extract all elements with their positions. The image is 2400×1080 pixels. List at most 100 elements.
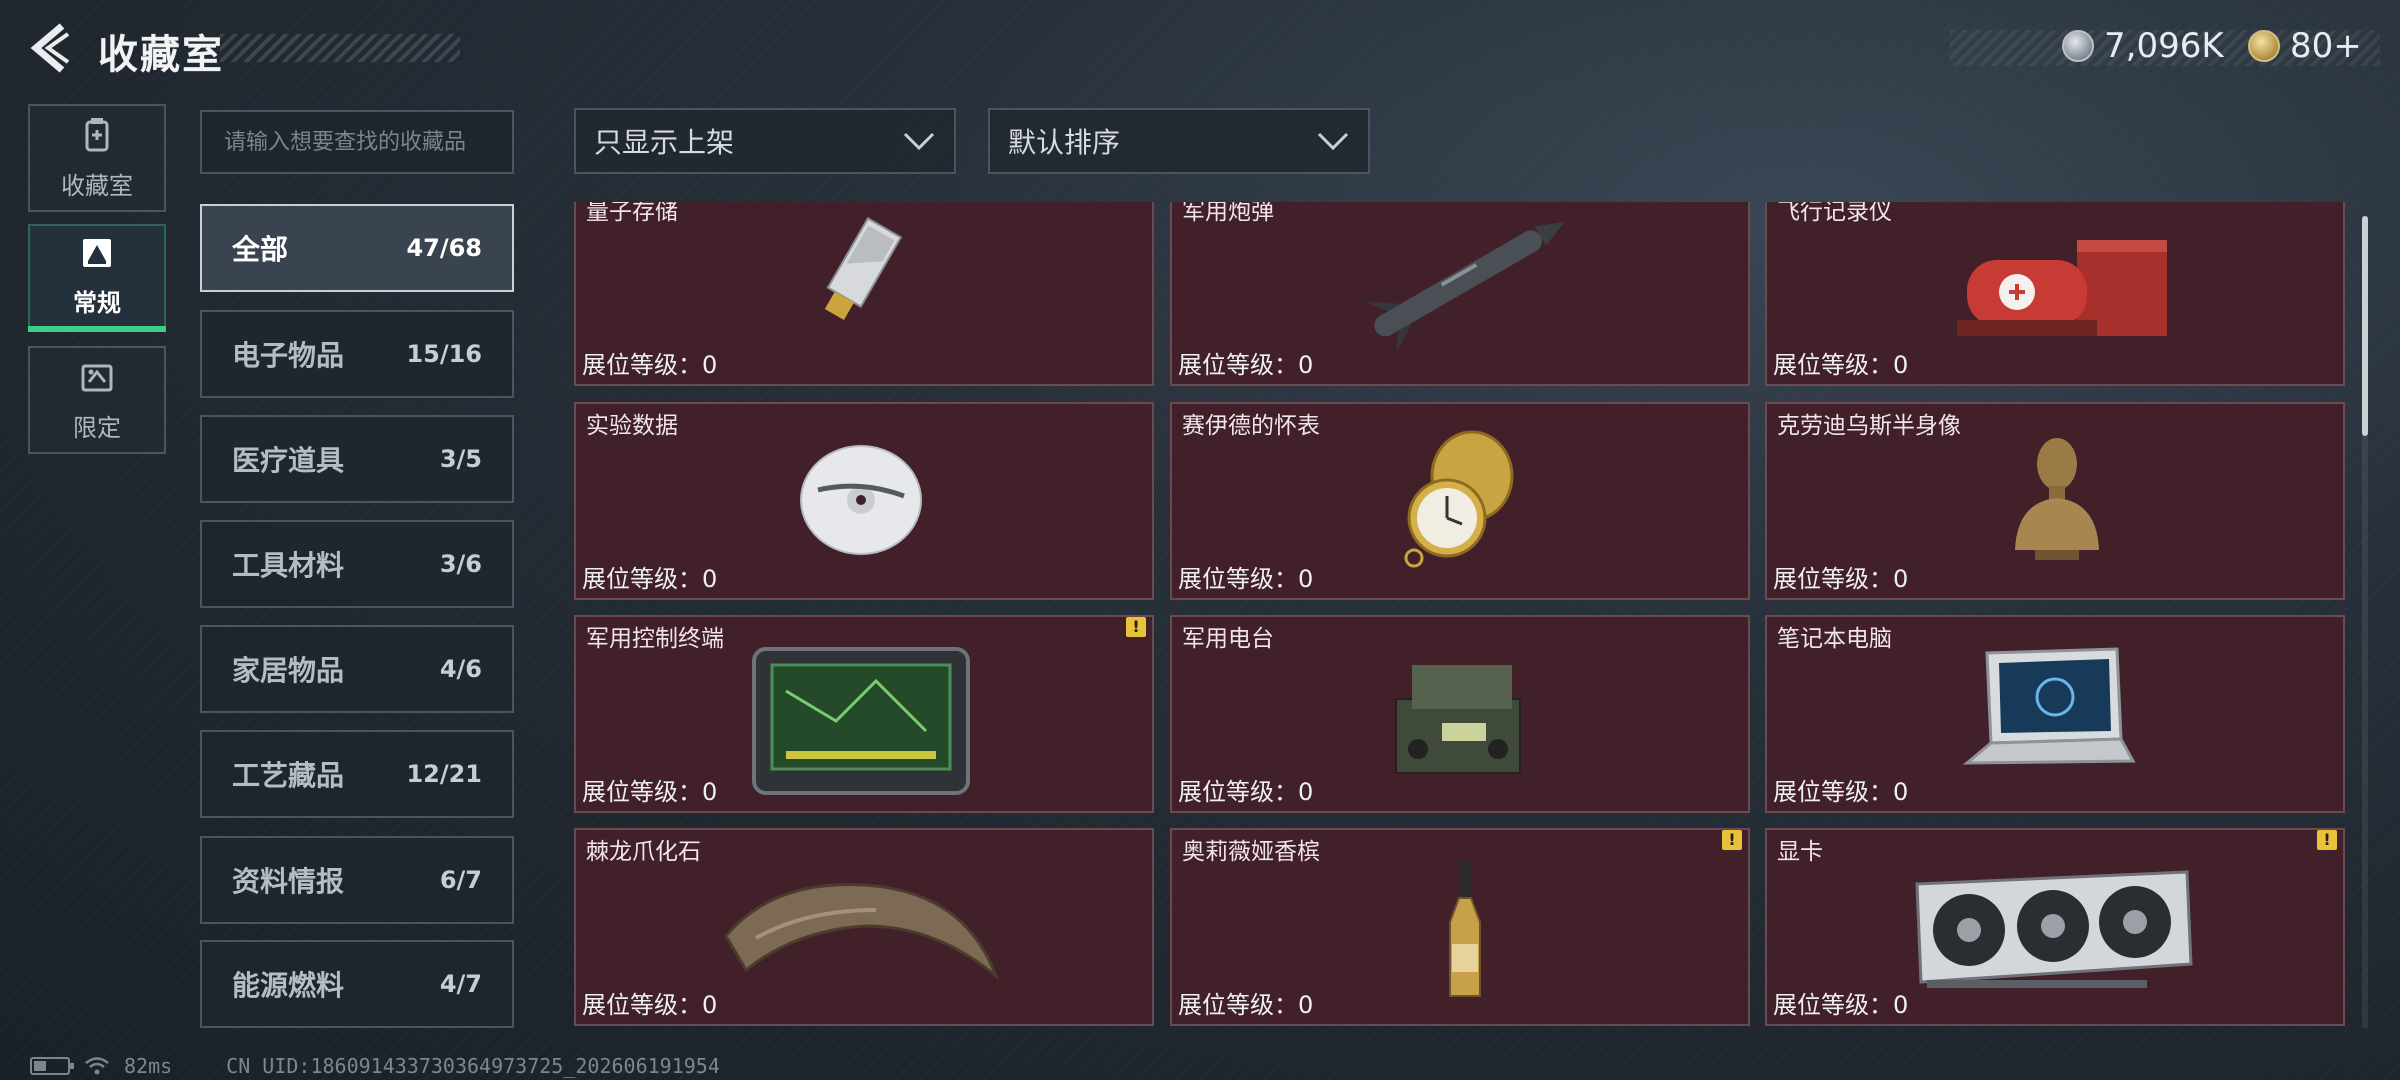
item-level: 展位等级：0 <box>1178 565 1314 593</box>
item-grid: 量子存储 展位等级：0 军用炮弹 展位等级：0 飞行记录仪 展位等级：0 实验数… <box>574 202 2348 1028</box>
wifi-icon <box>85 1057 109 1075</box>
title-decoration <box>220 34 460 62</box>
category-count: 15/16 <box>406 340 482 368</box>
chevron-down-icon <box>903 132 935 151</box>
currency-gold-value: 80+ <box>2290 26 2362 66</box>
item-name: 赛伊德的怀表 <box>1182 413 1320 439</box>
item-level: 展位等级：0 <box>582 778 718 806</box>
item-card[interactable]: 奥莉薇娅香槟 ! 展位等级：0 <box>1170 828 1750 1026</box>
bust-icon <box>2015 438 2099 560</box>
uid-text: CN UID:186091433730364973725_20260619195… <box>226 1054 720 1078</box>
item-name: 量子存储 <box>586 202 678 225</box>
item-name: 军用炮弹 <box>1182 202 1274 225</box>
side-tab-label: 限定 <box>73 413 121 442</box>
category-medical[interactable]: 医疗道具 3/5 <box>200 415 514 503</box>
item-name: 笔记本电脑 <box>1777 626 1892 652</box>
category-household[interactable]: 家居物品 4/6 <box>200 625 514 713</box>
grid-scrollbar[interactable] <box>2362 216 2368 436</box>
page-title: 收藏室 <box>98 32 224 78</box>
item-card[interactable]: 飞行记录仪 展位等级：0 <box>1765 202 2345 386</box>
item-level: 展位等级：0 <box>582 991 718 1019</box>
category-name: 资料情报 <box>232 865 345 898</box>
usb-drive-icon <box>824 217 903 320</box>
item-level: 展位等级：0 <box>1773 991 1909 1019</box>
sort-order-value: 默认排序 <box>1008 126 1121 159</box>
item-card[interactable]: 笔记本电脑 展位等级：0 <box>1765 615 2345 813</box>
category-intel[interactable]: 资料情报 6/7 <box>200 836 514 924</box>
item-card[interactable]: 克劳迪乌斯半身像 展位等级：0 <box>1765 402 2345 600</box>
item-card[interactable]: 量子存储 展位等级：0 <box>574 202 1154 386</box>
flight-recorder-icon <box>1957 240 2167 336</box>
latency-text: 82ms <box>124 1054 173 1078</box>
control-terminal-icon <box>752 647 970 795</box>
item-level: 展位等级：0 <box>582 351 718 379</box>
item-card[interactable]: 赛伊德的怀表 展位等级：0 <box>1170 402 1750 600</box>
collection-room-icon <box>85 117 109 151</box>
category-energy[interactable]: 能源燃料 4/7 <box>200 940 514 1028</box>
regular-icon <box>83 238 111 267</box>
item-name: 棘龙爪化石 <box>586 839 701 865</box>
champagne-icon <box>1449 862 1481 997</box>
category-crafts[interactable]: 工艺藏品 12/21 <box>200 730 514 818</box>
search-input[interactable] <box>200 110 514 174</box>
item-card[interactable]: 军用控制终端 ! 展位等级：0 <box>574 615 1154 813</box>
item-name: 军用控制终端 <box>586 626 724 652</box>
pocket-watch-icon <box>1404 430 1514 568</box>
category-name: 工具材料 <box>232 549 345 582</box>
back-button[interactable] <box>28 22 74 74</box>
battery-icon <box>30 1057 74 1075</box>
item-level: 展位等级：0 <box>1178 351 1314 379</box>
side-tab-label: 收藏室 <box>61 171 133 200</box>
item-card[interactable]: 军用炮弹 展位等级：0 <box>1170 202 1750 386</box>
item-level: 展位等级：0 <box>1178 991 1314 1019</box>
item-name: 实验数据 <box>586 413 678 439</box>
currency-silver-value: 7,096K <box>2104 26 2224 66</box>
category-name: 全部 <box>232 233 289 266</box>
category-name: 医疗道具 <box>232 444 345 477</box>
side-tab-label: 常规 <box>73 288 121 317</box>
currency-gold[interactable]: 80+ <box>2248 26 2362 66</box>
item-level: 展位等级：0 <box>1178 778 1314 806</box>
item-name: 飞行记录仪 <box>1777 202 1892 225</box>
category-count: 4/6 <box>439 655 482 683</box>
item-card[interactable]: 军用电台 展位等级：0 <box>1170 615 1750 813</box>
side-tab-limited[interactable]: 限定 <box>28 346 166 454</box>
category-count: 3/6 <box>439 550 482 578</box>
item-card[interactable]: 实验数据 展位等级：0 <box>574 402 1154 600</box>
alert-badge[interactable]: ! <box>1722 830 1742 850</box>
alert-badge[interactable]: ! <box>2317 830 2337 850</box>
alert-badge[interactable]: ! <box>1126 617 1146 637</box>
laptop-icon <box>1962 647 2136 765</box>
category-count: 12/21 <box>406 760 482 788</box>
category-tools[interactable]: 工具材料 3/6 <box>200 520 514 608</box>
item-level: 展位等级：0 <box>1773 351 1909 379</box>
item-card[interactable]: 显卡 ! 展位等级：0 <box>1765 828 2345 1026</box>
item-card[interactable]: 棘龙爪化石 展位等级：0 <box>574 828 1154 1026</box>
currency-silver[interactable]: 7,096K <box>2062 26 2224 66</box>
graphics-card-icon <box>1915 870 2193 988</box>
side-tab-collection-room[interactable]: 收藏室 <box>28 104 166 212</box>
category-name: 家居物品 <box>232 654 345 687</box>
item-name: 克劳迪乌斯半身像 <box>1777 413 1961 439</box>
silver-coin-icon <box>2062 30 2094 62</box>
item-level: 展位等级：0 <box>1773 565 1909 593</box>
header-bar: 收藏室 7,096K 80+ <box>0 0 2400 100</box>
radio-icon <box>1395 665 1521 774</box>
side-tab-regular[interactable]: 常规 <box>28 224 166 332</box>
category-count: 6/7 <box>439 866 482 894</box>
missile-icon <box>1364 221 1565 350</box>
disc-icon <box>800 445 922 555</box>
sort-order-dropdown[interactable]: 默认排序 <box>988 108 1370 174</box>
category-count: 4/7 <box>439 970 482 998</box>
category-name: 工艺藏品 <box>232 759 345 792</box>
category-all[interactable]: 全部 47/68 <box>200 204 514 292</box>
item-name: 显卡 <box>1777 839 1823 865</box>
gold-coin-icon <box>2248 30 2280 62</box>
display-filter-dropdown[interactable]: 只显示上架 <box>574 108 956 174</box>
limited-icon <box>81 364 113 391</box>
category-count: 47/68 <box>406 234 482 262</box>
item-name: 军用电台 <box>1182 626 1274 652</box>
display-filter-value: 只显示上架 <box>594 126 735 159</box>
item-level: 展位等级：0 <box>582 565 718 593</box>
category-electronics[interactable]: 电子物品 15/16 <box>200 310 514 398</box>
